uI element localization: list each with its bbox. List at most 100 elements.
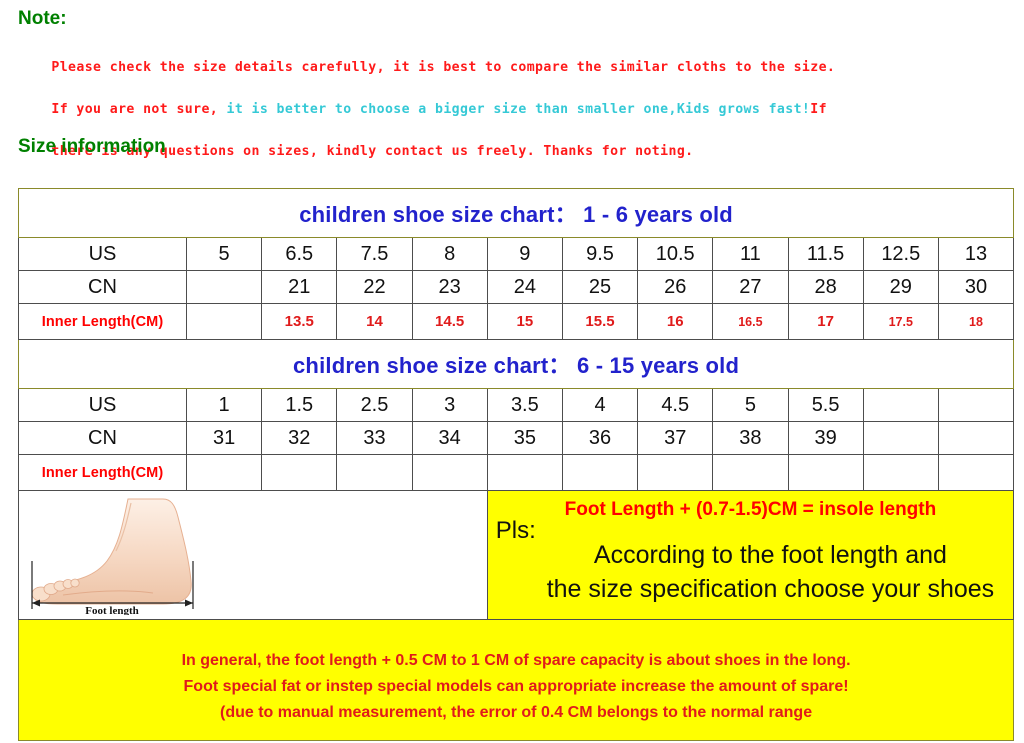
footer-note-line-3: (due to manual measurement, the error of… <box>220 704 813 721</box>
row-label-inner-length-2: Inner Length(CM) <box>18 454 187 491</box>
cell-cn2-3: 34 <box>411 421 488 455</box>
cell-inner1-6: 16 <box>637 303 714 340</box>
table-row: children shoe size chart： 1 - 6 years ol… <box>17 188 1015 238</box>
pls-instruction-line-2: the size specification choose your shoes <box>546 575 995 603</box>
foot-illustration-icon: Foot length <box>31 498 194 615</box>
cell-us2-9 <box>862 388 939 422</box>
cell-inner1-4: 15 <box>486 303 563 340</box>
table-row: Inner Length(CM) <box>18 454 1015 491</box>
cell-inner2-2 <box>336 454 413 491</box>
cell-inner1-1: 13.5 <box>261 303 338 340</box>
cell-us1-8: 11.5 <box>787 237 864 271</box>
table2-title: children shoe size chart： 6 - 15 years o… <box>17 339 1015 389</box>
cell-cn1-3: 23 <box>411 270 488 304</box>
foot-diagram: Foot length <box>19 492 486 619</box>
cell-inner1-3: 14.5 <box>411 303 488 340</box>
cell-cn1-5: 25 <box>561 270 639 304</box>
cell-us1-7: 11 <box>712 237 789 271</box>
cell-us2-5: 4 <box>561 388 639 422</box>
cell-inner2-3 <box>411 454 488 491</box>
note-body: Please check the size details carefully,… <box>18 36 1018 183</box>
cell-us2-3: 3 <box>411 388 488 422</box>
measure-arrow-head-right <box>185 599 193 607</box>
cell-us1-10: 13 <box>937 237 1015 271</box>
cell-cn2-4: 35 <box>486 421 563 455</box>
cell-us2-6: 4.5 <box>637 388 714 422</box>
note-block: Note: Please check the size details care… <box>18 8 1018 183</box>
cell-inner2-0 <box>185 454 263 491</box>
cell-us2-0: 1 <box>185 388 263 422</box>
shoe-size-chart-table: children shoe size chart： 1 - 6 years ol… <box>17 188 1015 741</box>
cell-cn2-5: 36 <box>561 421 639 455</box>
row-label-us-2: US <box>18 388 187 422</box>
note-title: Note: <box>18 8 67 29</box>
cell-cn2-9 <box>862 421 939 455</box>
cell-inner2-9 <box>862 454 939 491</box>
cell-inner2-7 <box>712 454 789 491</box>
cell-us1-4: 9 <box>486 237 563 271</box>
table-row: CN 21 22 23 24 25 26 27 28 29 30 <box>18 270 1015 304</box>
row-label-us-1: US <box>18 237 187 271</box>
table-row: In general, the foot length + 0.5 CM to … <box>17 619 1015 741</box>
cell-cn1-9: 29 <box>862 270 939 304</box>
cell-us1-9: 12.5 <box>862 237 939 271</box>
cell-cn1-6: 26 <box>637 270 714 304</box>
cell-cn1-1: 21 <box>261 270 338 304</box>
footer-note-line-2: Foot special fat or instep special model… <box>183 678 849 695</box>
row-label-cn-1: CN <box>18 270 187 304</box>
cell-inner1-8: 17 <box>787 303 864 340</box>
cell-us1-1: 6.5 <box>261 237 338 271</box>
cell-cn2-0: 31 <box>185 421 263 455</box>
cell-cn1-0 <box>185 270 263 304</box>
table-row: Foot length Foot Length + (0.7-1.5)CM = … <box>18 490 1015 620</box>
cell-us2-10 <box>937 388 1015 422</box>
cell-inner2-4 <box>486 454 563 491</box>
cell-cn2-10 <box>937 421 1015 455</box>
cell-us1-2: 7.5 <box>336 237 413 271</box>
cell-inner1-10: 18 <box>937 303 1015 340</box>
table-row: CN 31 32 33 34 35 36 37 38 39 <box>18 421 1015 455</box>
cell-us1-6: 10.5 <box>637 237 714 271</box>
row-label-cn-2: CN <box>18 421 187 455</box>
foot-length-caption: Foot length <box>85 605 138 615</box>
note-line-2-red-start: If you are not sure, <box>51 102 227 117</box>
cell-cn2-1: 32 <box>261 421 338 455</box>
note-line-2-cyan: it is better to choose a bigger size tha… <box>226 102 811 117</box>
cell-us2-2: 2.5 <box>336 388 413 422</box>
cell-inner2-10 <box>937 454 1015 491</box>
note-line-1: Please check the size details carefully,… <box>51 60 836 75</box>
cell-inner1-2: 14 <box>336 303 413 340</box>
cell-inner1-9: 17.5 <box>862 303 939 340</box>
cell-cn1-4: 24 <box>486 270 563 304</box>
cell-inner1-5: 15.5 <box>561 303 639 340</box>
cell-us2-7: 5 <box>712 388 789 422</box>
cell-us1-5: 9.5 <box>561 237 639 271</box>
cell-cn1-10: 30 <box>937 270 1015 304</box>
size-information-heading: Size information <box>18 136 166 157</box>
toe-5 <box>70 578 80 588</box>
table1-title: children shoe size chart： 1 - 6 years ol… <box>17 188 1015 238</box>
cell-us1-0: 5 <box>185 237 263 271</box>
footer-note-line-1: In general, the foot length + 0.5 CM to … <box>181 652 851 669</box>
cell-us2-1: 1.5 <box>261 388 338 422</box>
cell-cn2-7: 38 <box>712 421 789 455</box>
cell-inner1-0 <box>185 303 263 340</box>
pls-instruction-line-1: According to the foot length and <box>593 541 947 569</box>
cell-inner2-5 <box>561 454 639 491</box>
cell-cn1-7: 27 <box>712 270 789 304</box>
note-line-2-red-end: If <box>810 102 827 117</box>
cell-us1-3: 8 <box>411 237 488 271</box>
cell-us2-8: 5.5 <box>787 388 864 422</box>
cell-inner2-1 <box>261 454 338 491</box>
row-label-inner-length-1: Inner Length(CM) <box>18 303 187 340</box>
insole-formula-text: Foot Length + (0.7-1.5)CM = insole lengt… <box>564 499 937 520</box>
pls-panel: Foot Length + (0.7-1.5)CM = insole lengt… <box>486 490 1015 620</box>
cell-inner1-7: 16.5 <box>712 303 789 340</box>
cell-inner2-6 <box>637 454 714 491</box>
cell-cn1-2: 22 <box>336 270 413 304</box>
table-row: US 5 6.5 7.5 8 9 9.5 10.5 11 11.5 12.5 1… <box>18 237 1015 271</box>
cell-cn2-6: 37 <box>637 421 714 455</box>
table-row: Inner Length(CM) 13.5 14 14.5 15 15.5 16… <box>18 303 1015 340</box>
cell-cn2-8: 39 <box>787 421 864 455</box>
foot-diagram-cell: Foot length <box>18 490 488 620</box>
